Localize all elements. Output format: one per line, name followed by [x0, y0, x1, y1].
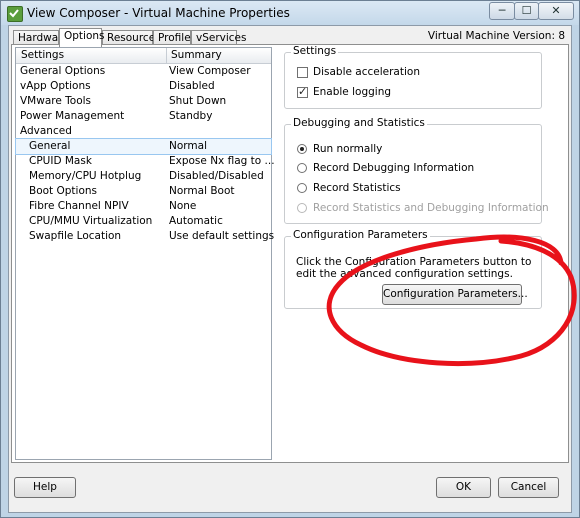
list-item[interactable]: Memory/CPU Hotplug Disabled/Disabled — [16, 169, 271, 184]
vm-version: Virtual Machine Version: 8 — [427, 30, 565, 42]
list-item[interactable]: vApp Options Disabled — [16, 79, 271, 94]
column-divider[interactable] — [166, 48, 167, 63]
disable-acceleration-label[interactable]: Disable acceleration — [313, 66, 420, 78]
list-item[interactable]: CPUID Mask Expose Nx flag to ... — [16, 154, 275, 169]
setting-name: General — [29, 140, 71, 152]
setting-name: General Options — [20, 65, 106, 77]
setting-name: Boot Options — [29, 185, 98, 197]
dialog-client: Hardware Options Resources Profiles vSer… — [8, 25, 572, 513]
tab-options[interactable]: Options — [59, 28, 105, 47]
setting-summary: Use default settings — [169, 230, 275, 242]
settings-column-header[interactable]: Settings — [21, 49, 64, 61]
maximize-icon[interactable]: ☐ — [514, 2, 539, 20]
summary-column-header[interactable]: Summary — [171, 49, 222, 61]
ok-button[interactable]: OK — [436, 477, 491, 498]
minimize-icon[interactable]: ─ — [489, 2, 515, 20]
configuration-parameters-button[interactable]: Configuration Parameters... — [382, 284, 528, 305]
record-debugging-radio[interactable] — [297, 163, 307, 173]
record-statistics-radio[interactable] — [297, 183, 307, 193]
cancel-button[interactable]: Cancel — [498, 477, 559, 498]
settings-list[interactable]: Settings Summary General Options View Com… — [15, 47, 275, 460]
record-statistics-label[interactable]: Record Statistics — [313, 182, 401, 194]
window-title: View Composer - Virtual Machine Properti… — [27, 6, 290, 20]
disable-acceleration-checkbox[interactable] — [297, 67, 308, 78]
setting-summary: Normal — [169, 140, 207, 152]
list-item[interactable]: Swapfile Location Use default settings — [16, 229, 275, 244]
record-stats-and-debug-label: Record Statistics and Debugging Informat… — [313, 202, 549, 214]
settings-group: Settings Disable acceleration Enable log… — [284, 45, 542, 109]
run-normally-radio[interactable] — [297, 144, 307, 154]
list-header: Settings Summary — [16, 48, 271, 64]
debugging-group: Debugging and Statistics Run normally Re… — [284, 117, 549, 224]
help-button[interactable]: Help — [14, 477, 76, 498]
list-item-selected[interactable]: General Normal — [15, 138, 272, 155]
list-item[interactable]: Power Management Standby — [16, 109, 271, 124]
setting-name: Advanced — [20, 125, 72, 137]
record-debugging-label[interactable]: Record Debugging Information — [313, 162, 474, 174]
settings-group-legend: Settings — [291, 45, 339, 57]
setting-summary: Shut Down — [169, 95, 227, 107]
close-icon[interactable]: ✕ — [538, 2, 574, 20]
setting-name: vApp Options — [20, 80, 91, 92]
setting-summary: Automatic — [169, 215, 223, 227]
configuration-group-legend: Configuration Parameters — [291, 229, 430, 241]
debugging-group-legend: Debugging and Statistics — [291, 117, 427, 129]
setting-summary: Expose Nx flag to ... — [169, 155, 275, 167]
setting-summary: Disabled — [169, 80, 215, 92]
setting-summary: Disabled/Disabled — [169, 170, 264, 182]
setting-name: Swapfile Location — [29, 230, 122, 242]
setting-summary: Standby — [169, 110, 213, 122]
setting-name: CPU/MMU Virtualization — [29, 215, 153, 227]
setting-name: Power Management — [20, 110, 125, 122]
setting-name: CPUID Mask — [29, 155, 92, 167]
setting-summary: None — [169, 200, 197, 212]
run-normally-label[interactable]: Run normally — [313, 143, 382, 155]
record-stats-and-debug-radio — [297, 203, 307, 213]
properties-window: View Composer - Virtual Machine Properti… — [0, 0, 580, 518]
list-item[interactable]: Advanced — [16, 124, 271, 139]
configuration-group: Configuration Parameters Click the Confi… — [284, 229, 542, 309]
app-icon — [7, 6, 23, 22]
setting-summary: View Composer — [169, 65, 251, 77]
setting-name: VMware Tools — [20, 95, 92, 107]
list-item[interactable]: CPU/MMU Virtualization Automatic — [16, 214, 271, 229]
list-item[interactable]: Boot Options Normal Boot — [16, 184, 271, 199]
enable-logging-label[interactable]: Enable logging — [313, 86, 391, 98]
list-item[interactable]: VMware Tools Shut Down — [16, 94, 271, 109]
setting-name: Fibre Channel NPIV — [29, 200, 129, 212]
setting-name: Memory/CPU Hotplug — [29, 170, 142, 182]
options-page: Settings Summary General Options View Com… — [11, 44, 569, 463]
list-item[interactable]: Fibre Channel NPIV None — [16, 199, 271, 214]
list-item[interactable]: General Options View Composer — [16, 64, 271, 79]
title-bar[interactable]: View Composer - Virtual Machine Properti… — [1, 1, 579, 25]
setting-summary: Normal Boot — [169, 185, 235, 197]
configuration-description: Click the Configuration Parameters butto… — [296, 256, 532, 280]
enable-logging-checkbox[interactable] — [297, 85, 308, 98]
